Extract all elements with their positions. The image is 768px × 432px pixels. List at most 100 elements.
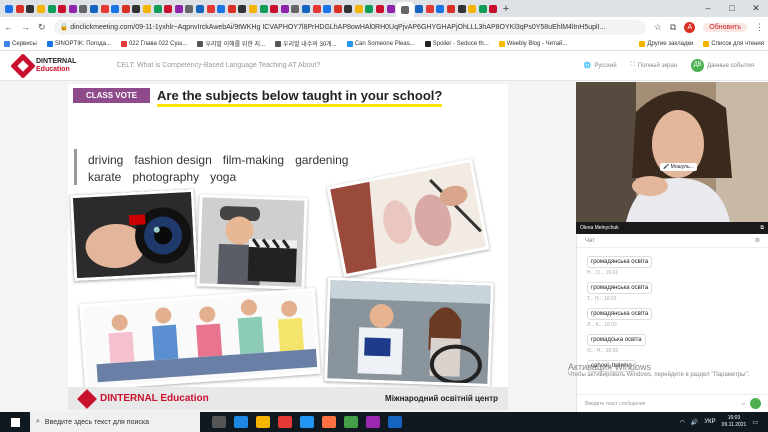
app-icon[interactable]	[278, 416, 292, 428]
browser-tab[interactable]	[488, 3, 499, 15]
browser-tab[interactable]	[205, 3, 216, 15]
browser-tab[interactable]	[290, 3, 301, 15]
browser-tab[interactable]	[36, 3, 47, 15]
notifications-icon[interactable]: ▭	[752, 419, 758, 426]
start-button[interactable]	[0, 417, 30, 427]
bookmark-item[interactable]: Weebly Blog - Читай...	[498, 40, 567, 47]
viber-icon[interactable]	[366, 416, 380, 428]
taskbar-search[interactable]: ⌕ Введите здесь текст для поиска	[30, 412, 200, 432]
avatar[interactable]: А	[684, 21, 696, 33]
new-tab-button[interactable]: +	[503, 3, 509, 15]
browser-tab[interactable]	[311, 3, 322, 15]
bookmark-folder[interactable]: Список для чтения	[703, 40, 764, 47]
back-icon[interactable]: ←	[4, 22, 13, 32]
browser-tab[interactable]	[248, 3, 259, 15]
window-controls: – □ ✕	[696, 0, 768, 17]
browser-tab[interactable]	[68, 3, 79, 15]
browser-tab[interactable]	[395, 2, 414, 17]
settings-gear-icon[interactable]: ⚙	[755, 237, 760, 244]
chrome-icon[interactable]	[344, 416, 358, 428]
extensions-icon[interactable]: ⧉	[670, 22, 676, 33]
forward-icon[interactable]: →	[21, 22, 30, 32]
language-selector[interactable]: 🌐 Русский	[584, 62, 617, 70]
tab-favicon-icon	[37, 4, 46, 13]
store-icon[interactable]	[300, 416, 314, 428]
browser-tab[interactable]	[446, 3, 457, 15]
browser-tab[interactable]	[467, 3, 478, 15]
browser-tab[interactable]	[152, 3, 163, 15]
update-button[interactable]: Обновить	[703, 22, 747, 32]
browser-tab[interactable]	[435, 3, 446, 15]
browser-tab[interactable]	[354, 3, 365, 15]
browser-tab[interactable]	[301, 3, 312, 15]
browser-tab[interactable]	[269, 3, 280, 15]
browser-tab[interactable]	[237, 3, 248, 15]
maximize-icon[interactable]: □	[720, 0, 744, 17]
browser-tab[interactable]	[385, 3, 396, 15]
browser-tab[interactable]	[414, 3, 425, 15]
browser-tab[interactable]	[15, 3, 26, 15]
bookmark-item[interactable]: Can Someone Pleas...	[346, 40, 415, 47]
user-menu[interactable]: ДВ Данные события	[691, 59, 754, 72]
browser-tab[interactable]	[121, 3, 132, 15]
send-button[interactable]	[750, 398, 761, 409]
keyboard-language[interactable]: УКР	[704, 419, 715, 425]
emoji-icon[interactable]: ☺	[741, 401, 746, 407]
presenter-video[interactable]: 🎤 Мошуль...	[576, 82, 768, 222]
bookmark-item[interactable]: 우리말 이해를 위한 지...	[197, 39, 265, 48]
edge-icon[interactable]	[234, 416, 248, 428]
browser-tab[interactable]	[456, 3, 467, 15]
browser-tab[interactable]	[142, 3, 153, 15]
tab-favicon-icon	[354, 4, 363, 13]
bookmark-item[interactable]: SINOPTIK: Погода...	[46, 40, 111, 47]
reload-icon[interactable]: ↻	[38, 22, 46, 33]
browser-tab[interactable]	[78, 3, 89, 15]
clock[interactable]: 16:03 09.11.2021	[722, 415, 747, 429]
task-view-icon[interactable]	[212, 416, 226, 428]
browser-tab[interactable]	[25, 3, 36, 15]
browser-tab[interactable]	[425, 3, 436, 15]
browser-tab[interactable]	[343, 3, 354, 15]
browser-tab[interactable]	[89, 3, 100, 15]
minimize-icon[interactable]: –	[696, 0, 720, 17]
bookmark-item[interactable]: Сервисы	[4, 40, 37, 47]
browser-tab[interactable]	[364, 3, 375, 15]
browser-tab[interactable]	[226, 3, 237, 15]
chat-input[interactable]: Введите текст сообщения ☺	[577, 394, 768, 412]
bookmark-folder[interactable]: Другие закладки	[639, 40, 693, 47]
browser-tab[interactable]	[163, 3, 174, 15]
browser-tab[interactable]	[322, 3, 333, 15]
bookmark-item[interactable]: Spoiler - Seduce th...	[424, 40, 489, 47]
search-icon: ⌕	[36, 418, 40, 425]
file-explorer-icon[interactable]	[256, 416, 270, 428]
browser-tab[interactable]	[258, 3, 269, 15]
browser-tab[interactable]	[184, 3, 195, 15]
browser-tab[interactable]	[216, 3, 227, 15]
mute-indicator[interactable]: 🎤 Мошуль...	[660, 163, 697, 171]
browser-tab[interactable]	[57, 3, 68, 15]
browser-tab[interactable]	[4, 3, 15, 15]
browser-tab[interactable]	[46, 3, 57, 15]
browser-tab[interactable]	[195, 3, 206, 15]
menu-icon[interactable]: ⋮	[755, 22, 764, 33]
popout-icon[interactable]: ⧉	[760, 225, 764, 231]
bookmark-item[interactable]: 우리말 내수의 30개...	[275, 39, 337, 48]
browser-tab[interactable]	[99, 3, 110, 15]
browser-tab[interactable]	[131, 3, 142, 15]
browser-tab[interactable]	[110, 3, 121, 15]
bookmark-item[interactable]: 022 Глава 022 Суш...	[120, 40, 187, 47]
office-icon[interactable]	[322, 416, 336, 428]
star-icon[interactable]: ☆	[654, 22, 662, 33]
address-bar[interactable]: 🔒 dinclickmeeting.com/09-11-1yxhlr~Aqpnv…	[53, 19, 646, 35]
close-icon[interactable]: ✕	[744, 0, 768, 17]
browser-toolbar: ← → ↻ 🔒 dinclickmeeting.com/09-11-1yxhlr…	[0, 17, 768, 37]
browser-tab[interactable]	[279, 3, 290, 15]
browser-tab[interactable]	[375, 3, 386, 15]
wifi-icon[interactable]: ◠	[680, 419, 685, 426]
volume-icon[interactable]: 🔊	[691, 419, 698, 426]
browser-tab[interactable]	[332, 3, 343, 15]
browser-tab[interactable]	[174, 3, 185, 15]
browser-tab[interactable]	[478, 3, 489, 15]
word-icon[interactable]	[388, 416, 402, 428]
fullscreen-button[interactable]: ⛶ Полный экран	[631, 62, 678, 69]
